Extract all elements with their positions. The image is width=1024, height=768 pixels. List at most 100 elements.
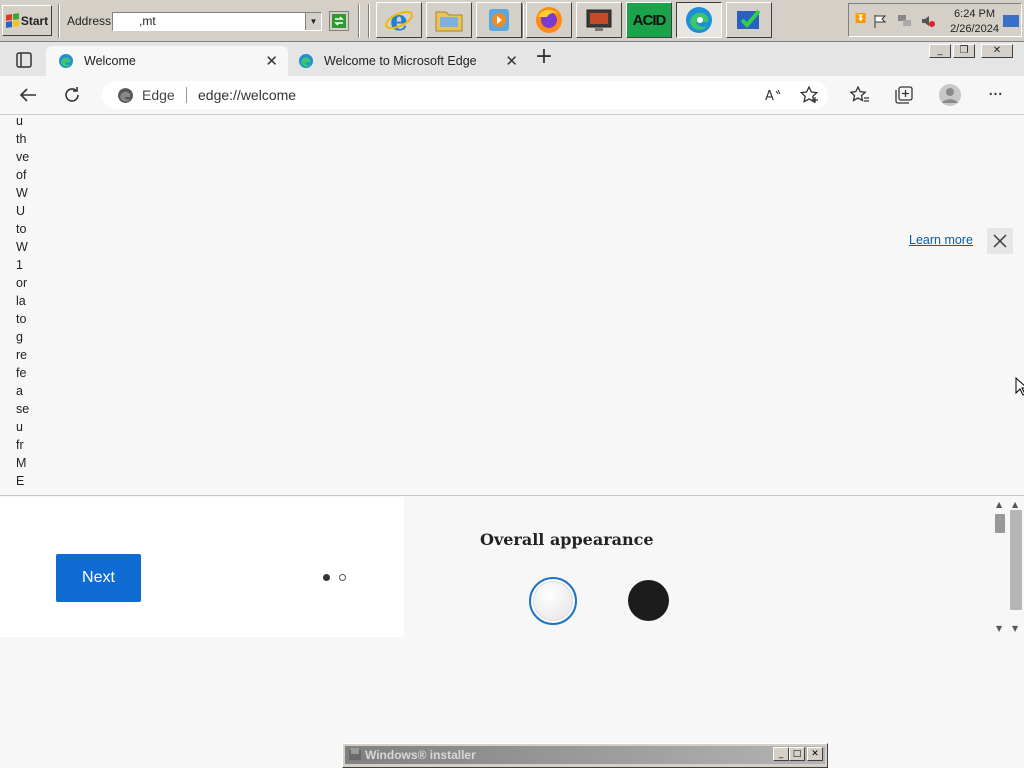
address-bar[interactable]: Edge edge://welcome A (102, 81, 828, 109)
installer-maximize-button[interactable]: □ (789, 747, 805, 761)
omnibox-divider (186, 87, 187, 103)
text-fragment: a (16, 384, 23, 398)
tab-actions-icon[interactable] (16, 52, 32, 68)
windows-logo-icon (5, 13, 19, 28)
go-button[interactable] (329, 11, 349, 31)
dismiss-button[interactable] (987, 228, 1013, 254)
settings-menu-button[interactable]: ··· (984, 84, 1006, 106)
svg-text:A: A (765, 89, 774, 103)
url-text[interactable]: edge://welcome (198, 87, 296, 103)
read-aloud-icon[interactable]: A (764, 87, 782, 103)
network-icon[interactable] (897, 14, 913, 28)
installer-close-button[interactable]: ✕ (807, 747, 823, 761)
profile-button[interactable] (937, 82, 963, 108)
text-fragment: W (16, 240, 28, 254)
tab-welcome[interactable]: Welcome ✕ (46, 46, 288, 76)
back-arrow-icon (19, 88, 36, 102)
tab-welcome-to-edge[interactable]: Welcome to Microsoft Edge ✕ (288, 46, 528, 76)
clock[interactable]: 6:24 PM 2/26/2024 (950, 7, 999, 37)
display-settings-button[interactable] (576, 2, 622, 38)
site-label: Edge (142, 87, 175, 103)
collections-button[interactable] (893, 84, 915, 106)
edge-taskbar-button[interactable] (676, 2, 722, 38)
text-fragment: u (16, 420, 23, 434)
text-fragment: re (16, 348, 28, 362)
system-tray: ⏬ 6:24 PM 2/26/2024 (848, 3, 1022, 37)
edge-icon (299, 54, 313, 68)
show-desktop-icon[interactable] (1003, 15, 1019, 27)
text-fragment: E (16, 474, 25, 488)
close-window-button[interactable]: ✕ (981, 44, 1013, 58)
scroll-down-icon[interactable]: ▼ (996, 624, 1002, 633)
text-fragment: W (16, 186, 28, 200)
display-settings-icon (586, 9, 612, 31)
scroll-up-icon[interactable]: ▲ (1012, 500, 1018, 509)
text-fragment: se (16, 402, 30, 416)
text-fragment: la (16, 294, 26, 308)
scroll-thumb[interactable] (1010, 510, 1022, 610)
minimize-button[interactable]: _ (929, 44, 951, 58)
file-explorer-button[interactable] (426, 2, 472, 38)
scroll-down-icon[interactable]: ▼ (1012, 624, 1018, 633)
go-arrows-icon (332, 14, 346, 28)
address-input[interactable]: ,mt ▼ (112, 12, 322, 31)
close-tab-icon[interactable]: ✕ (505, 52, 518, 70)
flag-icon[interactable] (873, 14, 887, 28)
learn-more-link[interactable]: Learn more (909, 233, 973, 247)
close-icon (993, 234, 1007, 248)
text-fragment: g (16, 330, 23, 344)
start-button[interactable]: Start (2, 5, 52, 36)
acid-button[interactable]: ACID (626, 2, 672, 38)
tab-strip: Welcome ✕ Welcome to Microsoft Edge ✕ (0, 42, 1024, 76)
close-tab-icon[interactable]: ✕ (265, 52, 278, 70)
carousel-dot-2[interactable] (339, 574, 346, 581)
svg-text:e: e (390, 5, 408, 35)
checkmark-app-button[interactable] (726, 2, 772, 38)
firefox-button[interactable] (526, 2, 572, 38)
installer-title-bar[interactable]: Windows® installer (345, 746, 825, 764)
back-button[interactable] (17, 84, 39, 106)
edge-icon (59, 54, 73, 68)
text-fragment: or (16, 276, 28, 290)
taskbar-separator (58, 4, 60, 38)
new-tab-button[interactable]: + (533, 44, 555, 70)
edge-logo-icon (118, 88, 133, 103)
text-fragment: u (16, 114, 23, 128)
checkmark-app-icon (737, 9, 761, 29)
scroll-up-icon[interactable]: ▲ (996, 500, 1002, 509)
next-button[interactable]: Next (56, 554, 141, 602)
text-fragment: th (16, 132, 27, 146)
volume-muted-icon[interactable] (921, 14, 935, 28)
dark-theme-option[interactable] (628, 580, 669, 621)
internet-explorer-icon: e (385, 5, 413, 35)
address-dropdown-button[interactable]: ▼ (305, 13, 321, 30)
scroll-thumb[interactable] (995, 514, 1005, 533)
chevron-icon[interactable]: ⏬ (855, 14, 866, 24)
avatar-icon (939, 84, 961, 106)
light-theme-option[interactable] (529, 577, 577, 625)
installer-minimize-button[interactable]: _ (773, 747, 789, 761)
favorites-button[interactable] (849, 84, 871, 106)
clock-time: 6:24 PM (954, 8, 996, 20)
restore-button[interactable]: ❐ (953, 44, 975, 58)
taskbar-separator (358, 4, 360, 38)
text-fragment: M (16, 456, 27, 470)
internet-explorer-button[interactable]: e (376, 2, 422, 38)
media-player-button[interactable] (476, 2, 522, 38)
refresh-button[interactable] (61, 84, 83, 106)
scrollbar[interactable]: ▲ ▲ ▼ ▼ (993, 500, 1023, 636)
address-value: ,mt (139, 14, 156, 28)
clock-date: 2/26/2024 (950, 23, 999, 35)
text-fragment: to (16, 222, 27, 236)
installer-window[interactable]: Windows® installer _ □ ✕ (342, 743, 828, 768)
welcome-description-text: u th ve of W Uto W 1 or la to g re fe a se u fr M E (16, 112, 38, 490)
taskbar-separator (522, 4, 524, 38)
add-favorite-icon[interactable] (800, 86, 820, 104)
carousel-dot-1[interactable] (323, 574, 330, 581)
installer-title: Windows® installer (365, 748, 476, 762)
text-fragment: ve (16, 150, 30, 164)
favorites-icon (850, 86, 869, 102)
taskbar-separator (368, 4, 370, 38)
refresh-icon (65, 87, 79, 102)
edge-icon (686, 7, 712, 33)
